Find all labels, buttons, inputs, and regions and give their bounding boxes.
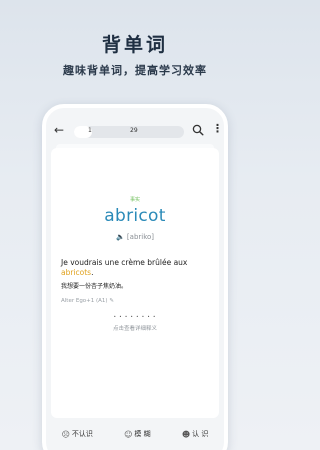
detail-hint[interactable]: 点击查看详细释义 <box>51 324 219 332</box>
sentence-after: . <box>91 268 94 277</box>
promo-title: 背单词 <box>101 34 168 56</box>
unknown-button[interactable]: ☹ 不认识 <box>62 429 93 439</box>
sentence-before: Je voudrais une crème brûlée aux <box>61 258 188 267</box>
edit-icon[interactable]: ✎ <box>109 298 114 304</box>
answer-bar: ☹ 不认识 ☺ 模 糊 ☻ 认 识 <box>46 424 224 444</box>
unknown-label: 不认识 <box>71 430 93 438</box>
search-icon[interactable] <box>192 124 204 136</box>
source-label: Alter Ego+1 (A1) ✎ <box>61 298 114 304</box>
progress-dots: • • • • • • • • <box>113 314 157 319</box>
phone-frame: ← 1 29 ⋮ 事实 abricot 🔈 [abriko] Je voudra… <box>42 104 228 450</box>
smile-face-icon: ☻ <box>181 429 191 439</box>
known-button[interactable]: ☻ 认 识 <box>182 429 209 439</box>
vague-label: 模 糊 <box>134 430 151 438</box>
progress-total: 29 <box>130 127 138 134</box>
speaker-icon[interactable]: 🔈 <box>116 233 125 241</box>
arrow-left-icon[interactable]: ← <box>54 123 64 137</box>
word-tag: 事实 <box>129 197 140 203</box>
phonetic-line[interactable]: 🔈 [abriko] <box>51 233 219 241</box>
source-text: Alter Ego+1 (A1) <box>61 298 108 304</box>
vertical-ellipsis-icon[interactable]: ⋮ <box>212 122 223 135</box>
vague-button[interactable]: ☺ 模 糊 <box>124 429 151 439</box>
progress-bar: 1 29 <box>74 126 184 138</box>
known-label: 认 识 <box>192 430 209 438</box>
sentence-highlight: abricots <box>61 268 92 277</box>
example-sentence: Je voudrais une crème brûlée aux abricot… <box>61 258 209 278</box>
phonetic-text: [abriko] <box>126 233 155 241</box>
word-card[interactable]: 事实 abricot 🔈 [abriko] Je voudrais une cr… <box>51 148 219 418</box>
word-headword: abricot <box>104 206 166 226</box>
top-bar: ← 1 29 ⋮ <box>46 122 224 142</box>
neutral-face-icon: ☺ <box>124 429 133 439</box>
promo-subtitle: 趣味背单词，提高学习效率 <box>63 64 207 77</box>
example-translation: 我想要一份杏子焦奶油。 <box>61 283 128 290</box>
sad-face-icon: ☹ <box>61 429 70 439</box>
progress-current: 1 <box>88 127 92 134</box>
